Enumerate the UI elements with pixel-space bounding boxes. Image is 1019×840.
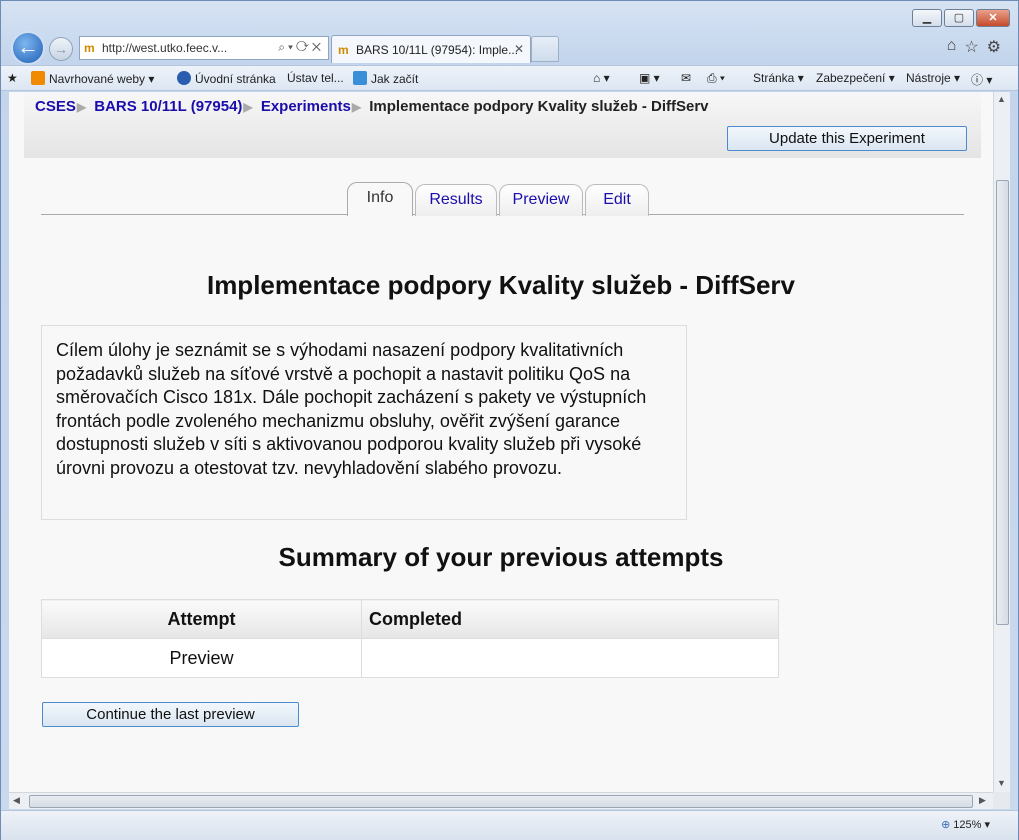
column-header-attempt: Attempt <box>41 599 362 639</box>
help-icon[interactable]: ⓘ ▾ <box>971 71 992 88</box>
mail-icon[interactable]: ✉ <box>681 71 691 85</box>
favorite-ustav[interactable]: Ústav tel... <box>287 71 344 85</box>
table-row: Preview <box>41 638 779 678</box>
back-arrow-icon[interactable]: ← <box>11 31 45 65</box>
moodle-favicon-icon: m <box>338 43 349 57</box>
navigation-bar: ← → m http://west.utko.feec.v... ⌕▾⟳✕ m … <box>9 31 1009 65</box>
breadcrumb-separator-icon: ▶ <box>76 100 87 114</box>
favorite-suggested-sites[interactable]: Navrhované weby ▾ <box>31 71 154 86</box>
continue-preview-button[interactable]: Continue the last preview <box>42 702 299 727</box>
forward-arrow-icon[interactable]: → <box>49 37 73 61</box>
print-icon[interactable]: ⎙ ▾ <box>707 71 725 86</box>
summary-heading: Summary of your previous attempts <box>278 542 724 572</box>
experiment-description: Cílem úlohy je seznámit se s výhodami na… <box>41 325 687 520</box>
attempts-table: Attempt Completed Preview <box>41 599 779 678</box>
minimize-icon[interactable]: ▁ <box>912 9 942 27</box>
vertical-scroll-thumb[interactable] <box>996 180 1009 625</box>
scroll-left-icon[interactable]: ◀ <box>13 795 20 806</box>
breadcrumb: CSES▶ BARS 10/11L (97954)▶ Experiments▶ … <box>35 98 709 115</box>
maximize-icon[interactable]: ▢ <box>944 9 974 27</box>
page-viewport: CSES▶ BARS 10/11L (97954)▶ Experiments▶ … <box>9 92 993 792</box>
cell-completed <box>361 638 779 678</box>
favorite-home-page[interactable]: Úvodní stránka <box>177 71 276 86</box>
home-icon[interactable]: ⌂ <box>947 37 957 57</box>
table-header-row: Attempt Completed <box>41 599 779 639</box>
breadcrumb-experiments[interactable]: Experiments <box>261 98 351 115</box>
update-experiment-button[interactable]: Update this Experiment <box>727 126 967 151</box>
horizontal-scrollbar[interactable]: ◀ ▶ <box>9 792 993 809</box>
zoom-icon: ⊕ <box>941 819 951 831</box>
favorite-getting-started[interactable]: Jak začít <box>353 71 418 86</box>
breadcrumb-current: Implementace podpory Kvality služeb - Di… <box>369 98 709 115</box>
status-bar: ⊕ 125% ▾ <box>1 810 1018 840</box>
home-command-icon[interactable]: ⌂ ▾ <box>593 71 610 85</box>
tab-info[interactable]: Info <box>347 182 413 216</box>
close-icon[interactable]: ✕ <box>976 9 1010 27</box>
breadcrumb-separator-icon: ▶ <box>243 100 253 114</box>
page-title: Implementace podpory Kvality služeb - Di… <box>206 270 796 300</box>
page-navbar: CSES▶ BARS 10/11L (97954)▶ Experiments▶ … <box>24 92 981 158</box>
safety-menu[interactable]: Zabezpečení ▾ <box>816 71 895 85</box>
breadcrumb-cses[interactable]: CSES <box>35 98 76 115</box>
favorites-bar: ★ Navrhované weby ▾ Úvodní stránka Ústav… <box>1 65 1018 91</box>
tab-close-icon[interactable]: ✕ <box>514 42 524 56</box>
breadcrumb-separator-icon: ▶ <box>351 100 362 114</box>
cell-attempt: Preview <box>41 638 362 678</box>
zoom-control[interactable]: ⊕ 125% ▾ <box>941 818 990 831</box>
window-controls: ▁ ▢ ✕ <box>912 9 1010 27</box>
tab-title: BARS 10/11L (97954): Imple... <box>356 43 519 57</box>
vertical-scrollbar[interactable]: ▲ ▼ <box>993 92 1010 792</box>
scroll-right-icon[interactable]: ▶ <box>979 795 986 806</box>
tab-results[interactable]: Results <box>415 184 497 216</box>
scrollbar-corner <box>993 792 1010 809</box>
address-url: http://west.utko.feec.v... <box>102 41 228 55</box>
browser-tab[interactable]: m BARS 10/11L (97954): Imple... ✕ <box>331 35 531 63</box>
feeds-icon[interactable]: ▣ ▾ <box>639 71 660 85</box>
browser-window: ▁ ▢ ✕ ← → m http://west.utko.feec.v... ⌕… <box>0 0 1019 840</box>
favorites-star-icon[interactable]: ☆ <box>964 37 978 57</box>
zoom-level: 125% <box>953 819 982 831</box>
breadcrumb-course[interactable]: BARS 10/11L (97954) <box>94 98 242 115</box>
page-menu[interactable]: Stránka ▾ <box>753 71 804 85</box>
browser-toolbar-icons: ⌂ ☆ ⚙ <box>947 37 1001 57</box>
tools-menu[interactable]: Nástroje ▾ <box>906 71 960 85</box>
ie-icon <box>353 71 367 85</box>
new-tab-button[interactable] <box>531 36 559 62</box>
globe-icon <box>177 71 191 85</box>
address-tools-icon[interactable]: ⌕▾⟳✕ <box>278 40 324 55</box>
horizontal-scroll-thumb[interactable] <box>29 795 973 808</box>
scroll-down-icon[interactable]: ▼ <box>997 778 1006 788</box>
tab-preview[interactable]: Preview <box>499 184 583 216</box>
scroll-up-icon[interactable]: ▲ <box>997 94 1006 104</box>
favorites-star-icon[interactable]: ★ <box>7 71 18 85</box>
column-header-completed: Completed <box>361 599 779 639</box>
tab-edit[interactable]: Edit <box>585 184 649 216</box>
gear-icon[interactable]: ⚙ <box>987 37 1001 57</box>
suggested-sites-icon <box>31 71 45 85</box>
address-bar[interactable]: m http://west.utko.feec.v... ⌕▾⟳✕ <box>79 36 329 60</box>
moodle-favicon-icon: m <box>84 41 95 55</box>
